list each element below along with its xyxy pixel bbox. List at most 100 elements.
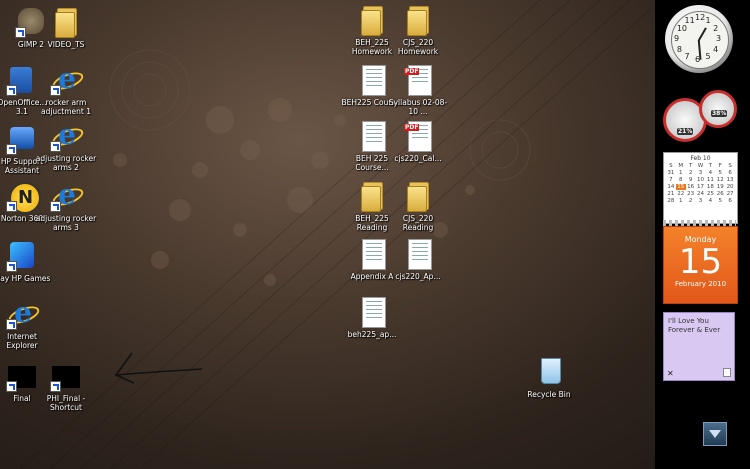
- calendar-day-cell[interactable]: 6: [725, 170, 735, 176]
- calendar-day-cell[interactable]: 23: [686, 191, 696, 197]
- calendar-day-cell[interactable]: 10: [696, 177, 706, 183]
- calendar-day-cell[interactable]: 6: [725, 198, 735, 204]
- desktop-icon-recycle[interactable]: Recycle Bin: [518, 356, 580, 399]
- note-new-icon[interactable]: [723, 368, 731, 377]
- calendar-day-cell[interactable]: 22: [676, 191, 686, 197]
- note-close-icon[interactable]: ✕: [667, 369, 674, 378]
- shortcut-arrow-icon: [50, 201, 61, 212]
- clock-number: 9: [674, 34, 680, 43]
- hpsa-icon: [6, 123, 38, 155]
- doc-icon: [356, 64, 388, 96]
- clock-number: 12: [695, 13, 706, 22]
- calendar-day-cell[interactable]: 5: [715, 170, 725, 176]
- calendar-day-cell[interactable]: 12: [715, 177, 725, 183]
- calendar-day-cell[interactable]: 3: [696, 198, 706, 204]
- desktop-icon-label: adjusting rocker arms 2: [35, 154, 97, 172]
- shortcut-arrow-icon: [6, 201, 17, 212]
- calendar-day-cell[interactable]: 18: [705, 184, 715, 190]
- calendar-day-number: 15: [678, 242, 723, 282]
- calendar-day-cell[interactable]: 28: [666, 198, 676, 204]
- desktop-icon-rocker2[interactable]: e adjusting rocker arms 2: [35, 120, 97, 173]
- calendar-weekday-header: S: [669, 163, 673, 169]
- desktop-icon-hpgames[interactable]: Play HP Games: [0, 240, 53, 283]
- calendar-day-cell[interactable]: 20: [725, 184, 735, 190]
- calendar-month-year: February 2010: [674, 280, 727, 288]
- folder-icon: [402, 180, 434, 212]
- desktop-icon-beh225ap[interactable]: beh225_ap...: [341, 296, 403, 339]
- desktop-icon-ie[interactable]: e Internet Explorer: [0, 298, 53, 350]
- shortcut-arrow-icon: [50, 381, 61, 392]
- calendar-day-cell[interactable]: 3: [696, 170, 706, 176]
- sticky-note-gadget[interactable]: I'll Love You Forever & Ever ✕: [663, 312, 735, 381]
- calendar-day-cell[interactable]: 14: [666, 184, 676, 190]
- ie-icon: e: [50, 64, 86, 96]
- calendar-weekday-header: F: [718, 163, 722, 169]
- hpg-icon: [6, 240, 38, 272]
- clock-number: 11: [684, 15, 695, 25]
- desktop-icon-label: PHI_Final - Shortcut: [46, 394, 86, 412]
- calendar-day-cell[interactable]: 8: [676, 177, 686, 183]
- calendar-day-cell[interactable]: 5: [715, 198, 725, 204]
- calendar-day-cell[interactable]: 21: [666, 191, 676, 197]
- cpu-percent: 21%: [677, 128, 694, 135]
- gadget-scroll-down-button[interactable]: [703, 422, 727, 446]
- calendar-day-cell[interactable]: 2: [686, 198, 696, 204]
- calendar-day-cell[interactable]: 2: [686, 170, 696, 176]
- clock-number: 4: [713, 44, 719, 54]
- clock-number: 1: [705, 15, 711, 25]
- desktop-icon-label: cjs220_Ap...: [395, 272, 441, 281]
- note-text[interactable]: I'll Love You Forever & Ever: [664, 313, 734, 339]
- desktop-icon-cjs220hw[interactable]: CJS_220 Homework: [387, 4, 449, 56]
- desktop-icon-cjs220ap[interactable]: cjs220_Ap...: [387, 238, 449, 281]
- recycle-icon: [533, 356, 565, 388]
- clock-gadget[interactable]: 12 1 2 3 4 5 6 7 8 9 10 11: [665, 5, 733, 73]
- desktop-icon-rocker1[interactable]: e rocker arm adjuctment 1: [35, 64, 97, 117]
- clock-number: 7: [684, 52, 690, 62]
- calendar-weekday-header: W: [697, 163, 704, 169]
- calendar-day-cell[interactable]: 9: [686, 177, 696, 183]
- calendar-day-cell[interactable]: 13: [725, 177, 735, 183]
- doc-icon: [356, 120, 388, 152]
- calendar-day-cell[interactable]: 17: [696, 184, 706, 190]
- folder-icon: [402, 4, 434, 36]
- calendar-day-cell[interactable]: 24: [696, 191, 706, 197]
- calendar-weekday-header: T: [708, 163, 713, 169]
- calendar-day-cell[interactable]: 1: [676, 198, 686, 204]
- shortcut-arrow-icon: [6, 144, 17, 155]
- calendar-day-cell[interactable]: 26: [715, 191, 725, 197]
- doc-icon: [402, 238, 434, 270]
- norton-icon: [6, 180, 41, 214]
- calendar-day-cell[interactable]: 27: [725, 191, 735, 197]
- clock-number: 10: [676, 23, 687, 33]
- calendar-day-cell[interactable]: 16: [686, 184, 696, 190]
- calendar-day-cell[interactable]: 11: [705, 177, 715, 183]
- cpu-meter-gadget[interactable]: 21% 38%: [663, 90, 737, 142]
- desktop-icon-cjs220reading[interactable]: CJS_220 Reading: [387, 180, 449, 232]
- calendar-grid: S M T W T F S 31 1 2 3 4 5 6 7 8 9 10 11 12 13 14 15 16 17 18 19 20…: [666, 163, 735, 204]
- ie-icon: e: [50, 120, 86, 152]
- desktop-icon-rocker3[interactable]: e adjusting rocker arms 3: [35, 180, 97, 233]
- calendar-gadget[interactable]: Feb 10 S M T W T F S 31 1 2 3 4 5 6 7 8 9 10 11 12 13 14 15 16 1…: [663, 152, 738, 304]
- calendar-day-cell[interactable]: 7: [666, 177, 676, 183]
- desktop-icon-syllabus[interactable]: PDF Syllabus 02-08-10 ...: [387, 64, 449, 116]
- clock-number: 5: [705, 52, 711, 62]
- calendar-day-cell[interactable]: 4: [705, 198, 715, 204]
- calendar-day-cell[interactable]: 31: [666, 170, 676, 176]
- desktop-icon-label: Play HP Games: [0, 274, 51, 283]
- calendar-day-cell[interactable]: 1: [676, 170, 686, 176]
- drawn-arrow-annotation: [114, 352, 203, 384]
- shortcut-arrow-icon: [50, 85, 61, 96]
- calendar-day-cell[interactable]: 25: [705, 191, 715, 197]
- folder-icon: [356, 180, 388, 212]
- desktop-icon-cjs220cal[interactable]: PDF cjs220_Cal...: [387, 120, 449, 163]
- desktop-icon-label: Internet Explorer: [6, 332, 38, 350]
- desktop-icon-label: VIDEO_TS: [47, 40, 85, 49]
- desktop-icon-phifinal[interactable]: PHI_Final - Shortcut: [35, 360, 97, 412]
- calendar-day-cell[interactable]: 4: [705, 170, 715, 176]
- calendar-day-cell[interactable]: 15: [675, 184, 686, 190]
- shortcut-arrow-icon: [6, 85, 17, 96]
- shortcut-arrow-icon: [50, 141, 61, 152]
- calendar-day-cell[interactable]: 19: [715, 184, 725, 190]
- memory-dial: [699, 90, 737, 128]
- desktop-icon-video[interactable]: VIDEO_TS: [35, 6, 97, 49]
